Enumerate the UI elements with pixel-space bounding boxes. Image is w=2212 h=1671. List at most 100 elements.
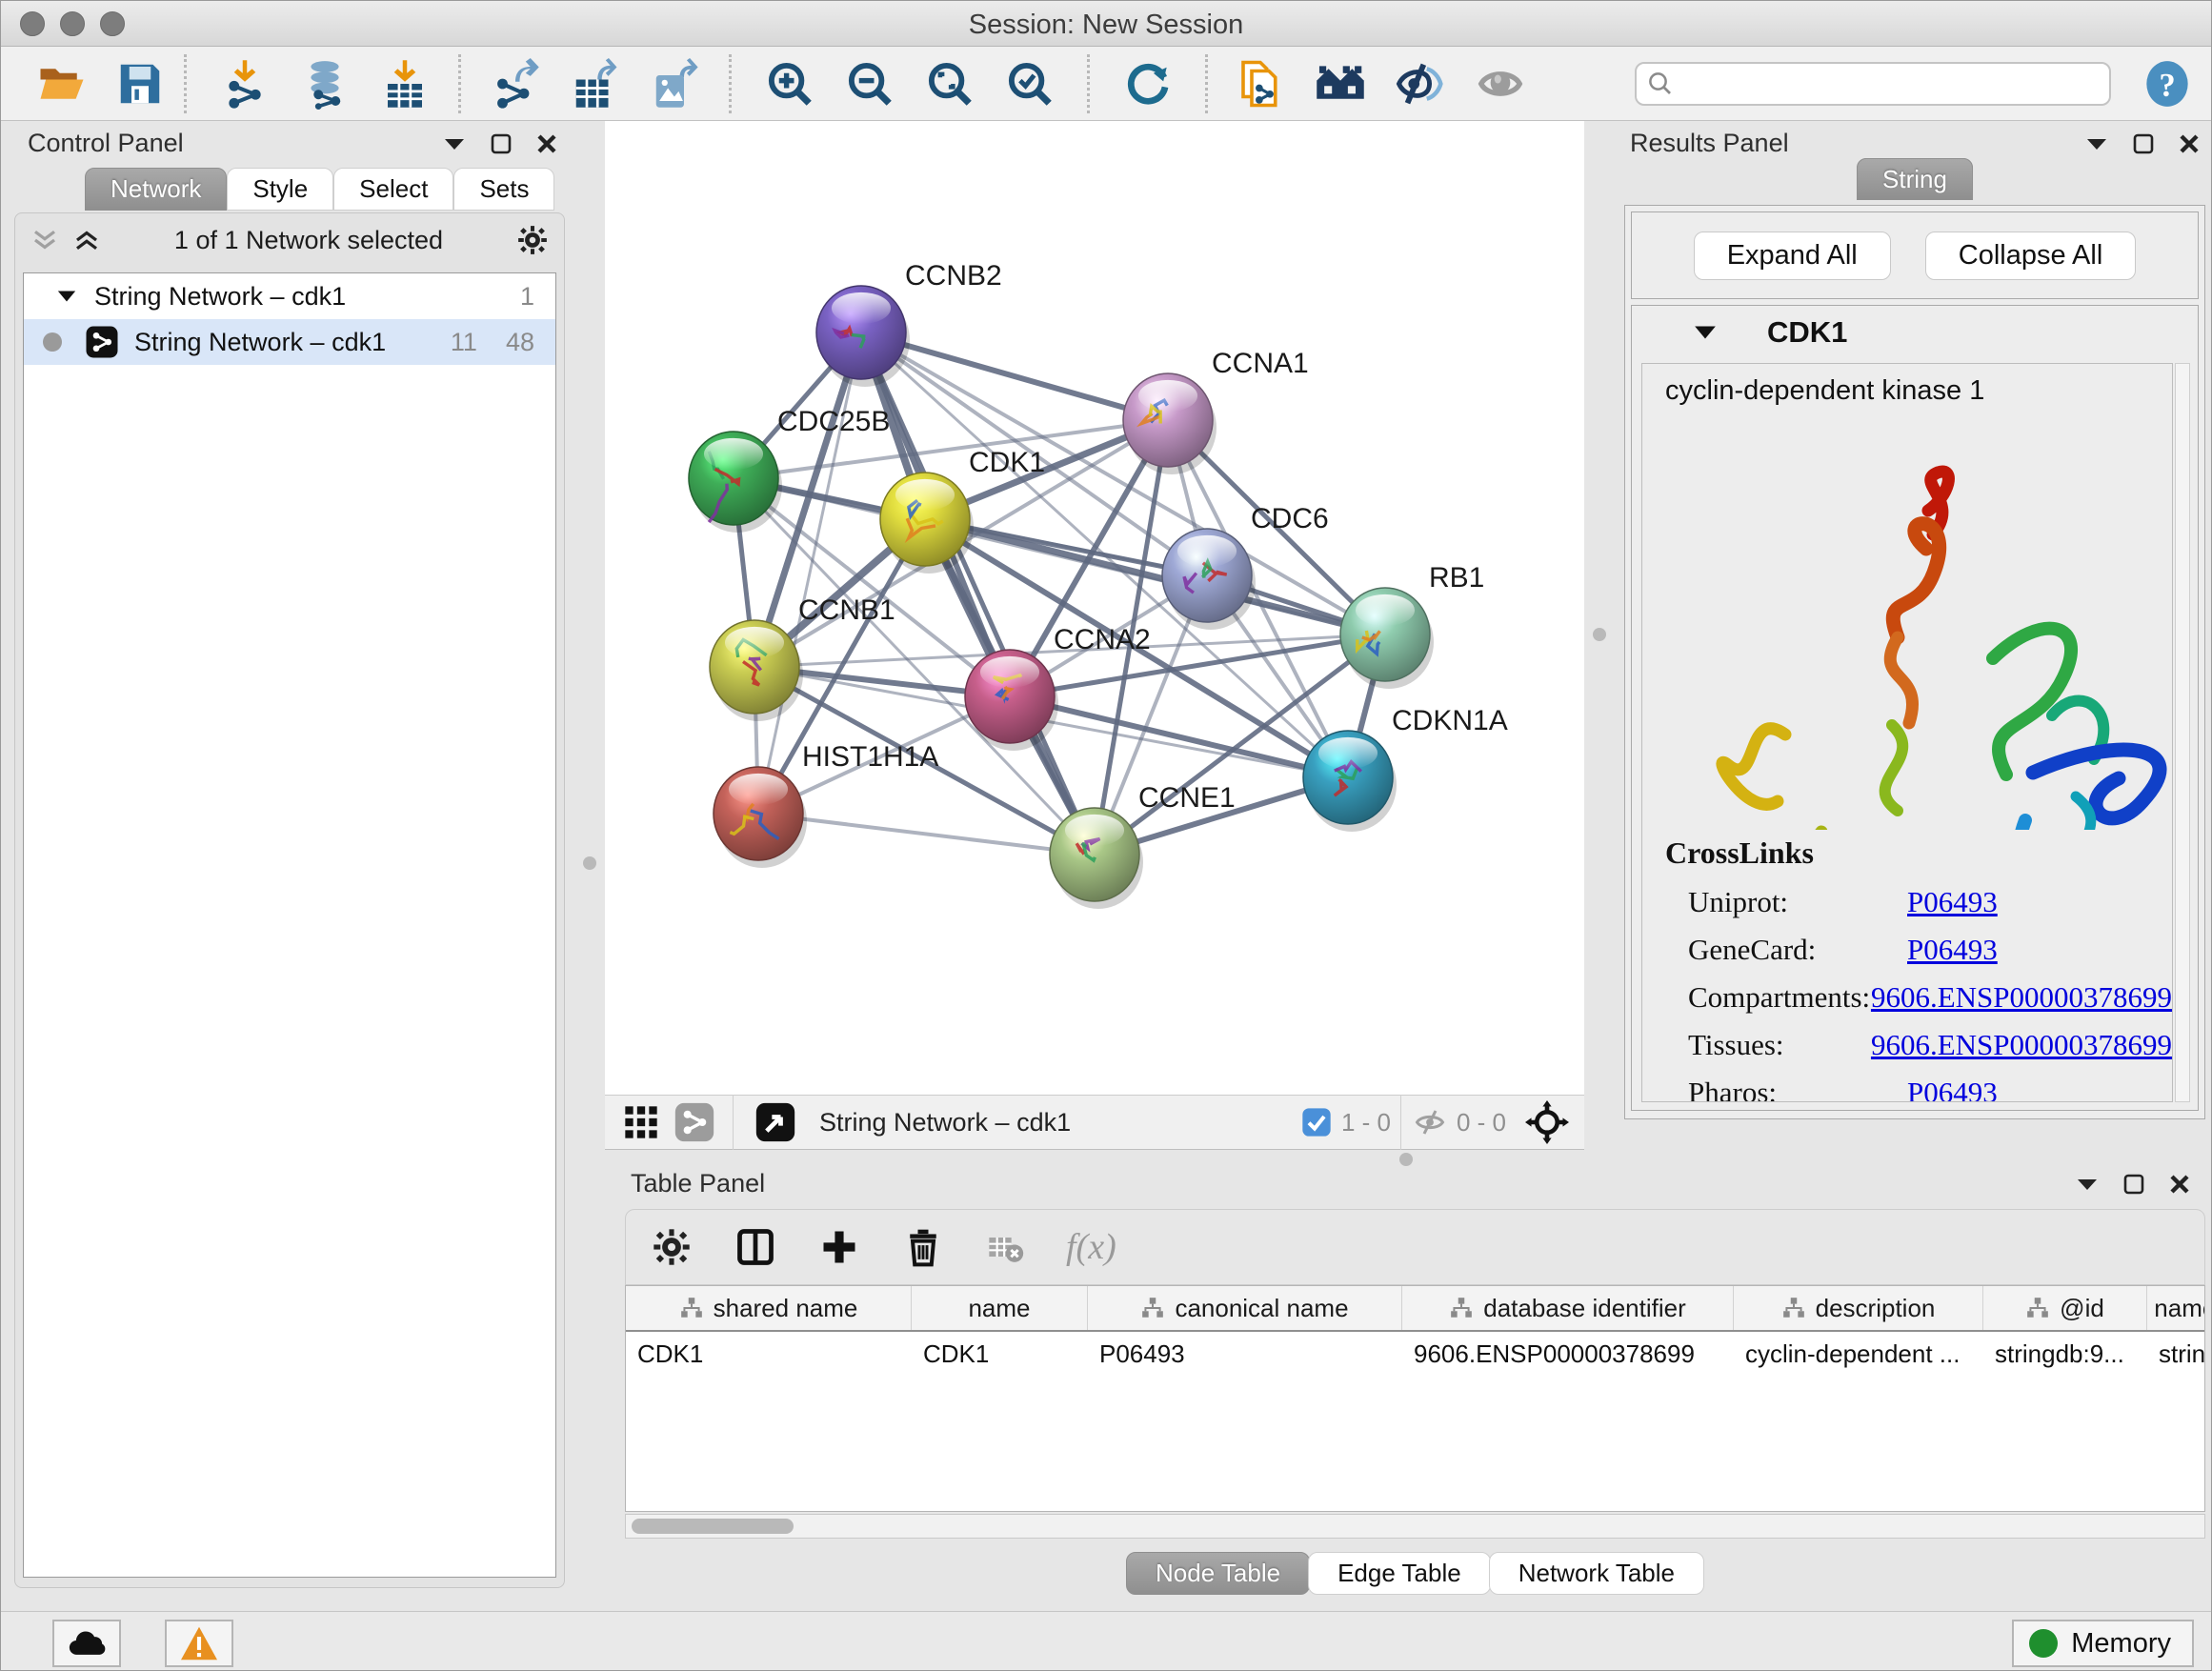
refresh-button[interactable] <box>1121 57 1175 111</box>
expand-all-icon[interactable] <box>72 228 101 252</box>
table-row[interactable]: CDK1CDK1P064939606.ENSP00000378699cyclin… <box>626 1332 2204 1379</box>
network-edge[interactable] <box>1010 696 1348 777</box>
cloud-status-button[interactable] <box>52 1620 121 1667</box>
splitter-handle[interactable] <box>1593 628 1606 641</box>
selected-checkbox-icon[interactable] <box>1301 1107 1332 1137</box>
delete-column-icon[interactable] <box>902 1226 944 1268</box>
network-overview-icon[interactable] <box>674 1101 715 1143</box>
column-header-namespace[interactable]: namespace <box>2147 1286 2205 1330</box>
panel-menu-icon[interactable] <box>2076 1177 2099 1192</box>
table-import-icon <box>379 58 431 110</box>
network-canvas[interactable]: CCNB2CCNA1CDC25BCDK1CDC6RB1CCNB1CCNA2CDK… <box>605 121 1584 1095</box>
zoom-fit-button[interactable] <box>923 57 976 111</box>
table-cell[interactable]: stringdb <box>2147 1332 2205 1379</box>
import-network-file-button[interactable] <box>218 57 271 111</box>
tab-edge-table[interactable]: Edge Table <box>1308 1552 1491 1595</box>
warnings-button[interactable] <box>165 1620 233 1667</box>
table-cell[interactable]: CDK1 <box>912 1332 1088 1379</box>
close-panel-icon[interactable] <box>2179 133 2200 154</box>
network-node-RB1[interactable]: RB1 <box>1340 562 1484 689</box>
table-body: CDK1CDK1P064939606.ENSP00000378699cyclin… <box>626 1332 2204 1379</box>
zoom-out-button[interactable] <box>843 57 896 111</box>
network-row[interactable]: String Network – cdk1 11 48 <box>24 319 555 365</box>
birdseye-grid-icon[interactable] <box>622 1103 660 1141</box>
float-panel-icon[interactable] <box>491 133 512 154</box>
control-panel: Control Panel NetworkStyleSelectSets 1 o… <box>10 121 571 1596</box>
column-header-shared-name[interactable]: shared name <box>626 1286 912 1330</box>
network-node-CCNA1[interactable]: CCNA1 <box>1123 348 1309 474</box>
network-node-CCNE1[interactable]: CCNE1 <box>1050 782 1236 909</box>
open-session-button[interactable] <box>35 57 89 111</box>
import-network-database-button[interactable] <box>298 57 352 111</box>
crosslink-link[interactable]: 9606.ENSP00000378699 <box>1871 980 2172 1015</box>
table-settings-gear-icon[interactable] <box>651 1226 693 1268</box>
zoom-selected-button[interactable] <box>1003 57 1056 111</box>
float-panel-icon[interactable] <box>2133 133 2154 154</box>
show-columns-icon[interactable] <box>734 1226 776 1268</box>
float-panel-icon[interactable] <box>2123 1174 2144 1195</box>
column-header--id[interactable]: @id <box>1983 1286 2147 1330</box>
splitter-handle[interactable] <box>583 856 596 870</box>
network-graph[interactable]: CCNB2CCNA1CDC25BCDK1CDC6RB1CCNB1CCNA2CDK… <box>605 121 1584 1095</box>
collapse-all-icon[interactable] <box>30 228 59 252</box>
crosslink-link[interactable]: 9606.ENSP00000378699 <box>1871 1028 2172 1062</box>
table-horizontal-scrollbar[interactable] <box>625 1514 2205 1539</box>
tab-network[interactable]: Network <box>85 168 227 211</box>
collapse-all-button[interactable]: Collapse All <box>1925 232 2137 280</box>
table-cell[interactable]: 9606.ENSP00000378699 <box>1402 1332 1734 1379</box>
export-network-button[interactable] <box>489 57 542 111</box>
search-input[interactable] <box>1675 70 2084 99</box>
table-cell[interactable]: P06493 <box>1088 1332 1402 1379</box>
tree-expand-icon[interactable] <box>56 289 77 304</box>
crosslink-link[interactable]: P06493 <box>1907 933 1998 967</box>
collapse-entry-icon[interactable] <box>1693 324 1718 341</box>
table-cell[interactable]: CDK1 <box>626 1332 912 1379</box>
table-cell[interactable]: stringdb:9... <box>1983 1332 2147 1379</box>
gear-icon[interactable] <box>516 224 549 256</box>
help-button[interactable]: ? <box>2141 57 2194 111</box>
crosslink-link[interactable]: P06493 <box>1907 885 1998 919</box>
export-image-button[interactable] <box>649 57 702 111</box>
export-table-button[interactable] <box>569 57 622 111</box>
network-edge[interactable] <box>925 519 1385 634</box>
network-collection-row[interactable]: String Network – cdk1 1 <box>24 273 555 319</box>
pan-crosshair-icon[interactable] <box>1525 1100 1569 1144</box>
tab-style[interactable]: Style <box>227 168 333 211</box>
tab-network-table[interactable]: Network Table <box>1489 1552 1704 1595</box>
show-hidden-button[interactable] <box>1474 57 1527 111</box>
network-node-CCNB1[interactable]: CCNB1 <box>710 594 895 721</box>
column-header-database-identifier[interactable]: database identifier <box>1402 1286 1734 1330</box>
save-session-button[interactable] <box>113 57 167 111</box>
eye-slash-icon <box>1395 58 1446 110</box>
results-scrollbar[interactable] <box>2175 363 2190 1102</box>
expand-all-button[interactable]: Expand All <box>1694 232 1891 280</box>
network-view-toolbar: String Network – cdk1 1 - 0 0 - 0 <box>605 1095 1584 1150</box>
fit-content-icon[interactable] <box>754 1101 796 1143</box>
close-panel-icon[interactable] <box>536 133 557 154</box>
network-node-HIST1H1A[interactable]: HIST1H1A <box>714 741 938 868</box>
table-cell[interactable]: cyclin-dependent ... <box>1734 1332 1983 1379</box>
column-header-description[interactable]: description <box>1734 1286 1983 1330</box>
separator <box>1400 1095 1401 1150</box>
memory-button[interactable]: Memory <box>2012 1620 2194 1667</box>
tab-node-table[interactable]: Node Table <box>1126 1552 1310 1595</box>
column-header-canonical-name[interactable]: canonical name <box>1088 1286 1402 1330</box>
column-header-name[interactable]: name <box>912 1286 1088 1330</box>
network-node-CDKN1A[interactable]: CDKN1A <box>1303 705 1508 832</box>
first-neighbors-button[interactable] <box>1314 57 1367 111</box>
import-table-button[interactable] <box>378 57 432 111</box>
network-edge[interactable] <box>758 814 1095 855</box>
network-edge[interactable] <box>861 332 1095 855</box>
panel-menu-icon[interactable] <box>443 136 466 151</box>
scrollbar-thumb[interactable] <box>632 1519 794 1534</box>
add-column-icon[interactable] <box>818 1226 860 1268</box>
close-panel-icon[interactable] <box>2169 1174 2190 1195</box>
tab-select[interactable]: Select <box>333 168 453 211</box>
tab-sets[interactable]: Sets <box>453 168 554 211</box>
tab-string[interactable]: String <box>1857 158 1973 200</box>
crosslink-link[interactable]: P06493 <box>1907 1076 1998 1102</box>
zoom-in-button[interactable] <box>763 57 816 111</box>
hide-selected-button[interactable] <box>1394 57 1447 111</box>
panel-menu-icon[interactable] <box>2085 136 2108 151</box>
clone-network-button[interactable] <box>1234 57 1287 111</box>
